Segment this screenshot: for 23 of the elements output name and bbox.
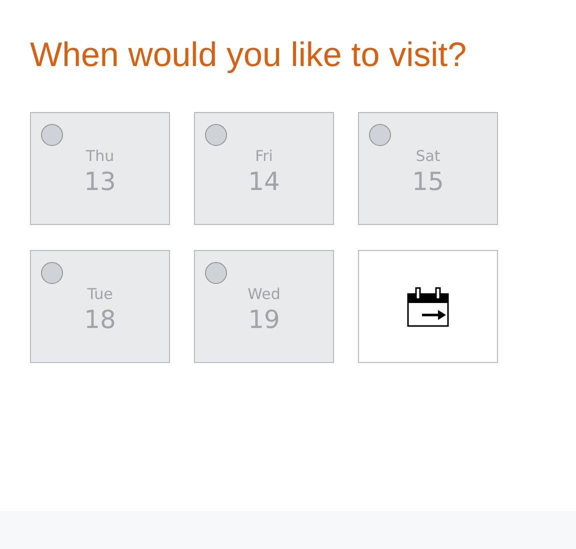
page-title: When would you like to visit? <box>30 36 468 75</box>
weekday-label: Tue <box>87 285 113 303</box>
day-option[interactable]: Fri 14 <box>194 112 334 225</box>
weekday-label: Fri <box>255 147 273 165</box>
weekday-label: Sat <box>416 147 440 165</box>
calendar-arrow-icon <box>407 286 449 326</box>
radio-button[interactable] <box>41 262 63 284</box>
radio-button[interactable] <box>41 124 63 146</box>
day-option[interactable]: Tue 18 <box>30 250 170 363</box>
weekday-label: Thu <box>86 147 114 165</box>
day-option[interactable]: Thu 13 <box>30 112 170 225</box>
date-label: 19 <box>248 305 280 334</box>
radio-button[interactable] <box>369 124 391 146</box>
day-option[interactable]: Sat 15 <box>358 112 498 225</box>
more-dates-button[interactable] <box>358 250 498 363</box>
date-label: 13 <box>84 167 116 196</box>
date-label: 18 <box>84 305 116 334</box>
date-label: 14 <box>248 167 280 196</box>
weekday-label: Wed <box>248 285 280 303</box>
date-label: 15 <box>412 167 444 196</box>
radio-button[interactable] <box>205 262 227 284</box>
radio-button[interactable] <box>205 124 227 146</box>
day-option[interactable]: Wed 19 <box>194 250 334 363</box>
